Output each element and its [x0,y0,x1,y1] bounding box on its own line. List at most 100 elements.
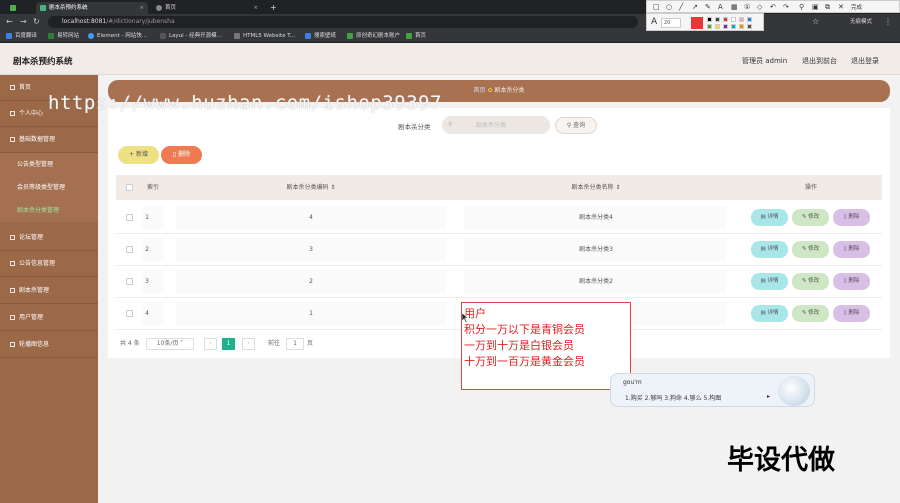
col-name-header[interactable]: 剧本杀分类名称 ⇕ [466,175,726,200]
detail-button[interactable]: ▤ 详情 [751,305,788,322]
select-all-checkbox[interactable] [126,184,133,191]
detail-button[interactable]: ▤ 详情 [751,241,788,258]
cancel-icon[interactable]: ✕ [838,3,844,11]
url-watermark: https://www.huzhan.com/ishop39397 [48,92,442,114]
color-swatch[interactable] [747,24,752,29]
color-swatch[interactable] [715,17,720,22]
sidebar-sub-script-category[interactable]: 剧本杀分类管理 [0,199,98,222]
row-checkbox[interactable] [126,310,133,317]
ellipse-icon[interactable]: ○ [666,3,672,11]
sidebar-sub-notice-type[interactable]: 公告类型管理 [0,153,98,176]
page-number-current[interactable]: 1 [222,338,235,350]
color-swatch[interactable] [723,24,728,29]
text-icon[interactable]: A [718,3,723,11]
color-swatch[interactable] [739,24,744,29]
tab-pinned[interactable] [6,2,30,14]
copy-icon[interactable]: ⧉ [825,3,830,11]
bookmark-item[interactable]: 搜索壁纸 [305,31,336,42]
bookmark-item[interactable]: 易转网站 [48,31,79,42]
color-swatch[interactable] [723,17,728,22]
page-size-select[interactable]: 10条/页 ˅ [146,338,194,350]
close-icon[interactable]: × [139,2,144,14]
breadcrumb-home[interactable]: 首页 [474,87,486,94]
edit-button[interactable]: ✎ 修改 [792,305,829,322]
color-swatch[interactable] [731,17,736,22]
mouse-cursor-icon [462,313,469,323]
incognito-label[interactable]: 无痕模式 [850,16,872,28]
sidebar-item-notice[interactable]: 公告信息管理 [0,251,98,277]
finish-button[interactable]: 完成 [851,3,862,12]
tab-active[interactable]: 剧本杀预约系统 × [36,2,148,14]
bookmark-item[interactable]: Element - 网站快... [88,31,147,42]
edit-button[interactable]: ✎ 修改 [792,273,829,290]
close-icon[interactable]: × [253,2,258,14]
line-icon[interactable]: ╱ [679,3,683,11]
edit-button[interactable]: ✎ 修改 [792,241,829,258]
number-icon[interactable]: ① [744,3,750,11]
detail-button[interactable]: ▤ 详情 [751,273,788,290]
home-icon [10,85,15,90]
search-input[interactable] [442,116,550,134]
detail-button[interactable]: ▤ 详情 [751,209,788,226]
chevron-right-icon[interactable]: ▸ [767,393,770,400]
color-swatch[interactable] [707,24,712,29]
add-button[interactable]: + 新增 [118,146,159,164]
vue-icon [40,4,46,11]
color-swatch[interactable] [747,17,752,22]
sidebar-item-users[interactable]: 用户管理 [0,305,98,331]
pin-icon[interactable]: ⚲ [799,3,804,11]
selected-color-swatch[interactable] [691,17,703,29]
sidebar-sub-member-level-type[interactable]: 会员等级类型管理 [0,176,98,199]
delete-button[interactable]: ▯ 删除 [833,209,870,226]
delete-button[interactable]: ▯ 删除 [833,305,870,322]
goto-page-input[interactable]: 1 [286,338,304,350]
star-icon[interactable]: ☆ [812,16,819,28]
exit-to-frontend-link[interactable]: 退出到前台 [802,56,837,66]
font-size-select[interactable]: 20 [661,18,681,28]
reload-icon[interactable]: ↻ [33,16,40,28]
row-checkbox[interactable] [126,278,133,285]
prev-page-button[interactable]: ‹ [204,338,217,350]
row-checkbox[interactable] [126,214,133,221]
new-tab-button[interactable]: + [266,2,280,14]
color-swatch[interactable] [707,17,712,22]
menu-icon[interactable]: ⋮ [884,16,892,28]
bookmark-item[interactable]: 百度翻译 [6,31,37,42]
bookmark-item[interactable]: Layui - 经典开源模... [160,31,222,42]
bookmark-item[interactable]: HTML5 Website T... [234,31,295,42]
undo-icon[interactable]: ↶ [770,3,776,11]
color-swatch[interactable] [731,24,736,29]
cell-name: 剧本杀分类2 [579,278,613,285]
bookmark-item[interactable]: 原创奇幻剧本账户 [347,31,400,42]
logout-link[interactable]: 退出登录 [851,56,879,66]
admin-user-label: 管理员 admin [742,57,788,65]
delete-button[interactable]: ▯ 删除 [833,241,870,258]
sidebar-item-script[interactable]: 剧本杀管理 [0,278,98,304]
sidebar-item-forum[interactable]: 论坛管理 [0,225,98,251]
mosaic-icon[interactable]: ▦ [731,3,738,11]
search-button[interactable]: ⚲ 查询 [555,117,597,134]
redo-icon[interactable]: ↷ [783,3,789,11]
next-page-button[interactable]: › [242,338,255,350]
color-swatch[interactable] [739,17,744,22]
pen-icon[interactable]: ✎ [705,3,711,11]
ime-candidates[interactable]: 1.购买 2.够吗 3.狗命 4.够么 5.构图 [625,393,721,402]
eraser-icon[interactable]: ◇ [757,3,762,11]
batch-delete-button[interactable]: ▯ 删除 [161,146,202,164]
back-icon[interactable]: ← [6,16,13,28]
delete-button[interactable]: ▯ 删除 [833,273,870,290]
sidebar-item-basic-data[interactable]: 基础数据管理 [0,127,98,153]
edit-button[interactable]: ✎ 修改 [792,209,829,226]
arrow-icon[interactable]: ↗ [692,3,698,11]
url-field[interactable]: localhost:8081/#/dictionary/jubensha [48,16,638,28]
bookmark-item[interactable]: 首页 [406,31,426,42]
rectangle-icon[interactable]: □ [653,3,660,11]
col-code-header[interactable]: 剧本杀分类编码 ⇕ [216,175,406,200]
sidebar-item-carousel[interactable]: 轮播图信息 [0,332,98,358]
color-swatch[interactable] [715,24,720,29]
notice-icon [10,261,15,266]
tab-inactive[interactable]: 首页 × [152,2,262,14]
row-checkbox[interactable] [126,246,133,253]
forward-icon[interactable]: → [20,16,27,28]
save-icon[interactable]: ▣ [812,3,819,11]
